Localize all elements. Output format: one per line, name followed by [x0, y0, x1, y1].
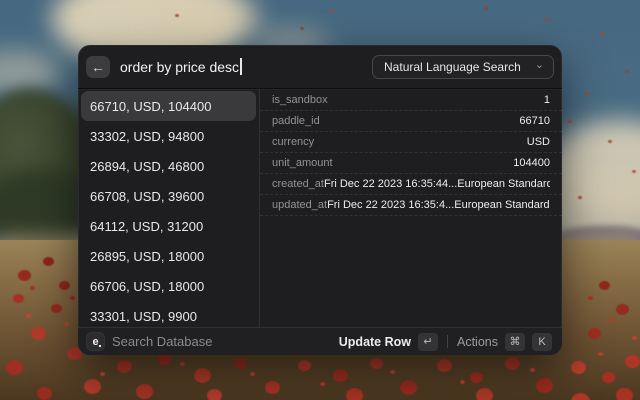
detail-value: 66710	[519, 115, 550, 127]
detail-value: 1	[544, 94, 550, 106]
results-list: 66710, USD, 104400 33302, USD, 94800 268…	[78, 89, 259, 327]
list-item[interactable]: 33301, USD, 9900	[81, 301, 256, 327]
detail-key: is_sandbox	[272, 94, 328, 106]
detail-row: paddle_id 66710	[260, 111, 562, 132]
list-item[interactable]: 66710, USD, 104400	[81, 91, 256, 121]
detail-row: currency USD	[260, 132, 562, 153]
palette-footer: e Update Row ↵ Actions ⌘ K	[78, 327, 562, 355]
actions-button[interactable]: Actions	[457, 335, 498, 349]
detail-row: updated_at Fri Dec 22 2023 16:35:4...Eur…	[260, 195, 562, 216]
floating-petals	[0, 0, 4, 3]
detail-row: unit_amount 104400	[260, 153, 562, 174]
search-query-text: order by price desc	[120, 59, 239, 75]
search-mode-value: Natural Language Search	[384, 60, 521, 74]
detail-key: unit_amount	[272, 157, 333, 169]
detail-row: created_at Fri Dec 22 2023 16:35:44...Eu…	[260, 174, 562, 195]
detail-value: Fri Dec 22 2023 16:35:4...European Stand…	[327, 199, 550, 211]
divider	[447, 335, 448, 348]
update-row-button[interactable]: Update Row	[339, 335, 411, 349]
footer-search-input[interactable]	[112, 334, 331, 349]
detail-key: currency	[272, 136, 314, 148]
list-item[interactable]: 66708, USD, 39600	[81, 181, 256, 211]
detail-key: updated_at	[272, 199, 327, 211]
record-details-pane: is_sandbox 1 paddle_id 66710 currency US…	[259, 89, 562, 327]
command-palette-window: ← order by price desc Natural Language S…	[78, 45, 562, 355]
detail-value: USD	[527, 136, 550, 148]
list-item[interactable]: 26895, USD, 18000	[81, 241, 256, 271]
detail-value: Fri Dec 22 2023 16:35:44...European Stan…	[324, 178, 550, 190]
search-input[interactable]: order by price desc	[120, 58, 372, 75]
command-key-icon: ⌘	[505, 333, 525, 351]
detail-value: 104400	[513, 157, 550, 169]
list-item[interactable]: 26894, USD, 46800	[81, 151, 256, 181]
back-arrow-icon: ←	[91, 59, 105, 75]
list-item[interactable]: 64112, USD, 31200	[81, 211, 256, 241]
list-item[interactable]: 33302, USD, 94800	[81, 121, 256, 151]
footer-actions: Update Row ↵ Actions ⌘ K	[339, 333, 552, 351]
detail-key: created_at	[272, 178, 324, 190]
logo-glyph: e	[92, 336, 98, 348]
back-button[interactable]: ←	[86, 56, 110, 78]
search-mode-dropdown[interactable]: Natural Language Search ⌄	[372, 55, 554, 79]
database-logo-icon: e	[87, 333, 104, 350]
list-item[interactable]: 66706, USD, 18000	[81, 271, 256, 301]
detail-key: paddle_id	[272, 115, 320, 127]
k-key-icon: K	[532, 333, 552, 351]
detail-row: is_sandbox 1	[260, 90, 562, 111]
palette-body: 66710, USD, 104400 33302, USD, 94800 268…	[78, 89, 562, 327]
chevron-down-icon: ⌄	[535, 60, 544, 71]
text-cursor	[240, 58, 242, 75]
return-key-icon: ↵	[418, 333, 438, 351]
search-header: ← order by price desc Natural Language S…	[78, 45, 562, 89]
